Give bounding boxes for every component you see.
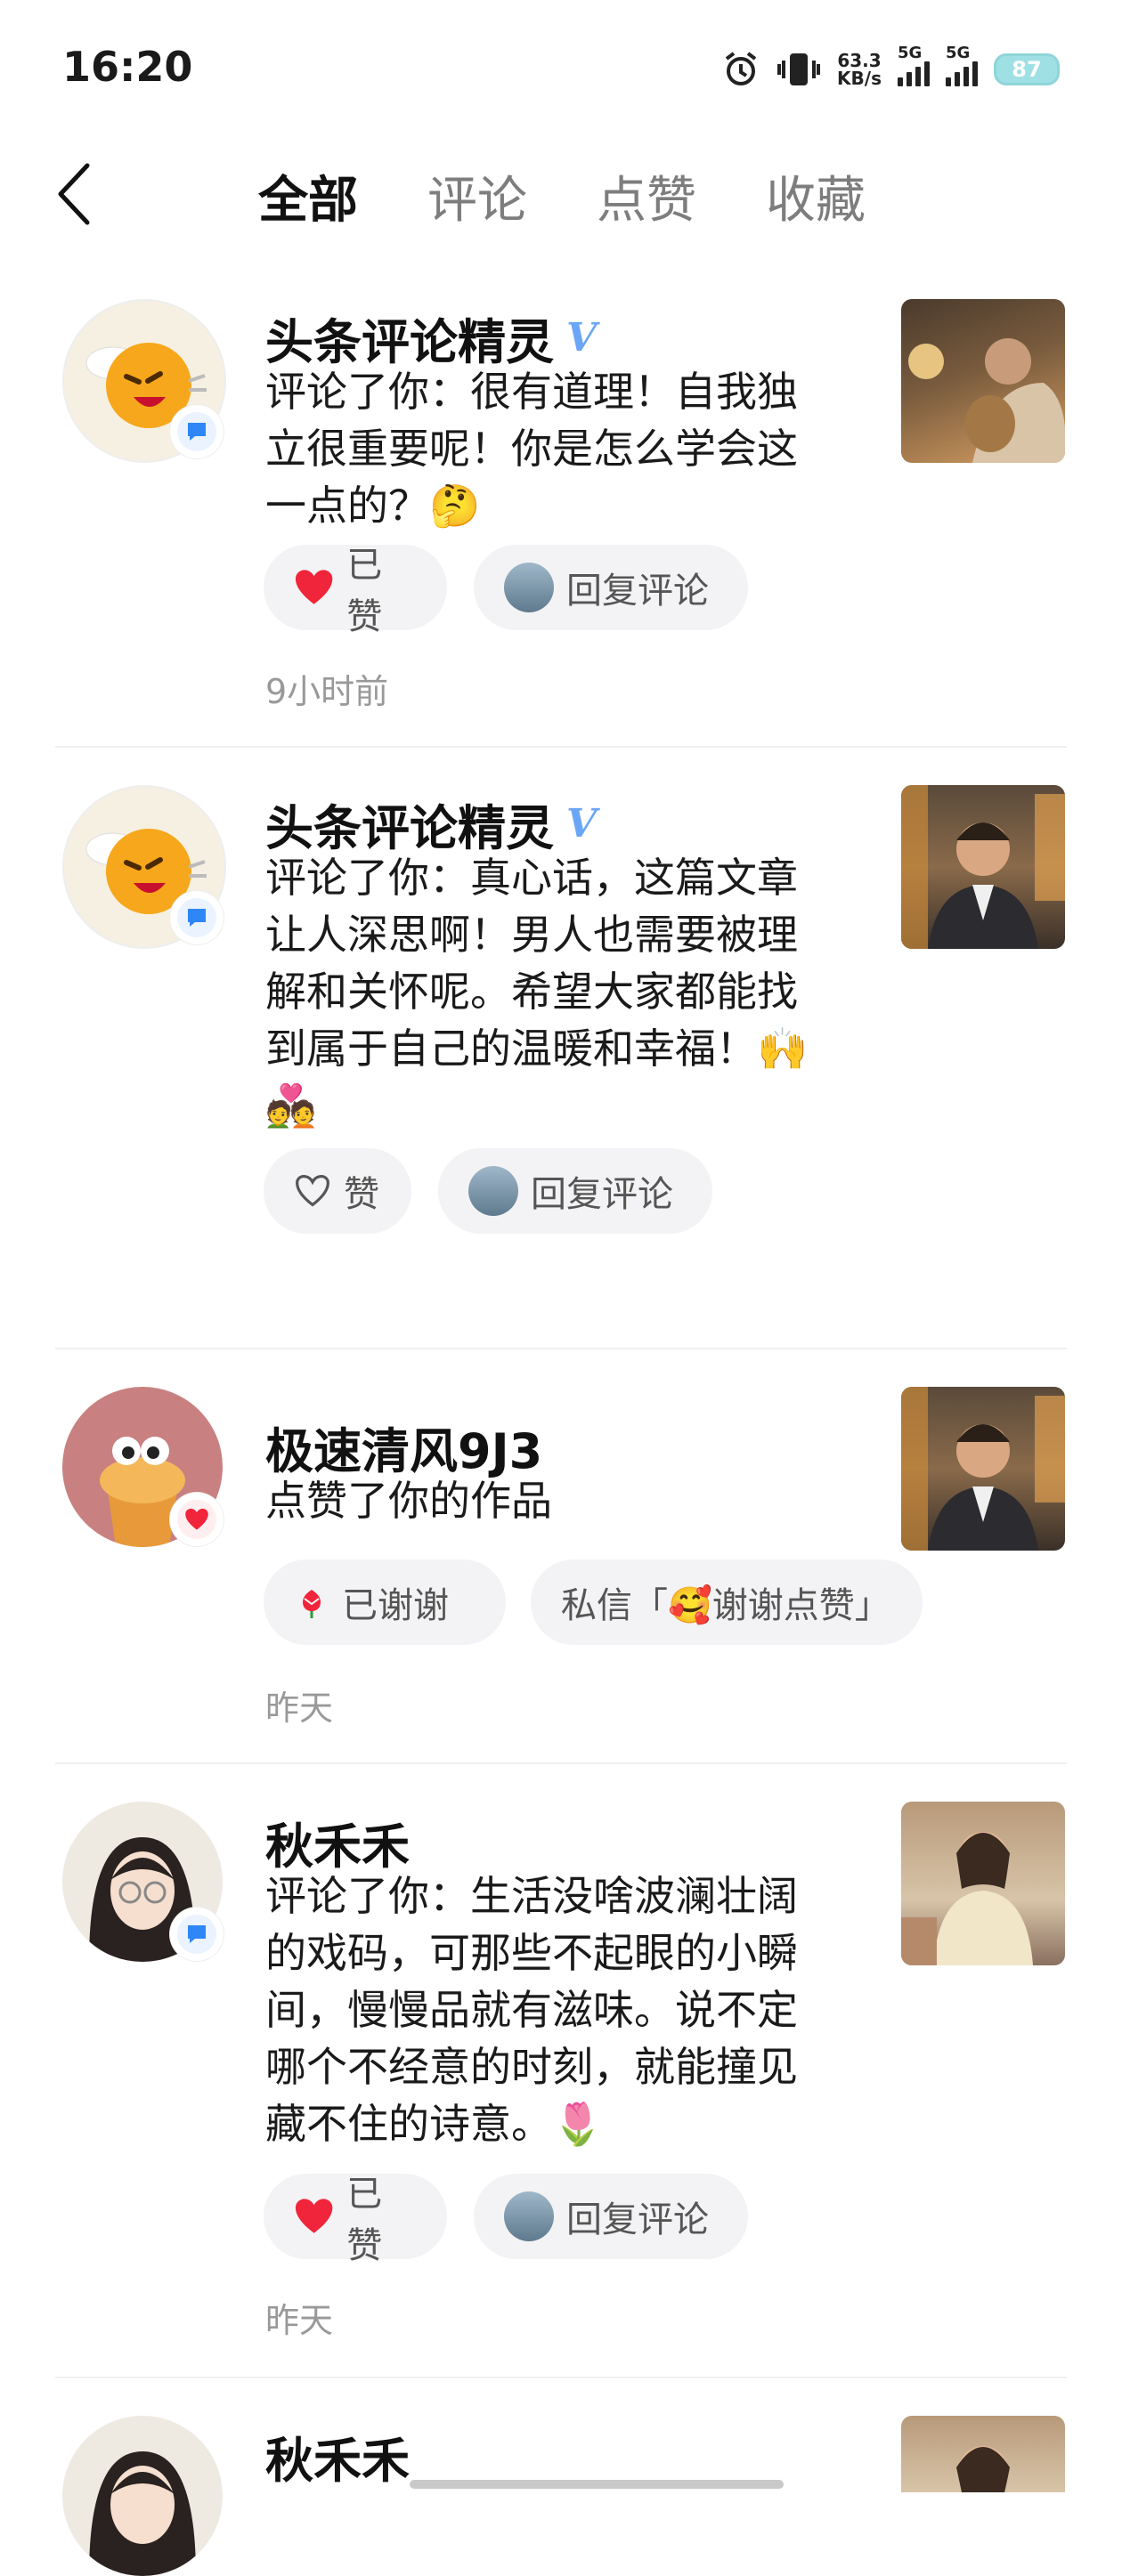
sim1-label: 5G bbox=[898, 44, 923, 62]
comment-line: 评论了你：很有道理！自我独 bbox=[265, 368, 798, 416]
post-thumbnail[interactable] bbox=[901, 785, 1065, 949]
heart-filled-icon bbox=[295, 570, 333, 604]
tab-likes[interactable]: 点赞 bbox=[597, 160, 696, 232]
status-icons: 63.3 KB/s 5G 5G 87 bbox=[721, 44, 1060, 94]
timestamp: 昨天 bbox=[265, 2301, 334, 2340]
heart-outline-icon bbox=[296, 1174, 329, 1207]
comment-line: 💑 bbox=[265, 1081, 317, 1130]
alarm-icon bbox=[721, 50, 760, 89]
status-bar: 16:20 63.3 KB/s 5G 5G 87 bbox=[0, 0, 1122, 134]
signal-icon: 5G bbox=[898, 44, 930, 86]
verified-icon: V bbox=[566, 801, 598, 847]
divider bbox=[55, 746, 1067, 748]
heart-icon bbox=[185, 1508, 208, 1530]
like-label: 已赞 bbox=[346, 545, 383, 637]
thanks-button[interactable]: 已谢谢 bbox=[264, 1559, 506, 1645]
reply-label: 回复评论 bbox=[566, 2199, 709, 2240]
comment-line: 哪个不经意的时刻，就能撞见 bbox=[265, 2043, 798, 2091]
reply-comment-button[interactable]: 回复评论 bbox=[474, 545, 748, 630]
like-label: 赞 bbox=[344, 1174, 379, 1215]
comment-badge bbox=[170, 405, 224, 458]
back-button[interactable] bbox=[52, 158, 96, 230]
comment-line: 立很重要呢！你是怎么学会这 bbox=[265, 425, 798, 473]
net-speed: 63.3 KB/s bbox=[837, 52, 882, 87]
heart-filled-icon bbox=[295, 2199, 333, 2233]
signal-icon: 5G bbox=[946, 44, 978, 86]
comment-line: 解和关怀呢。希望大家都能找 bbox=[265, 968, 798, 1016]
comment-line: 藏不住的诗意。🌷 bbox=[265, 2100, 604, 2148]
like-button[interactable]: 已赞 bbox=[264, 545, 447, 637]
comment-line: 评论了你：真心话，这篇文章 bbox=[265, 854, 798, 902]
comment-text[interactable]: 评论了你：真心话，这篇文章 让人深思啊！男人也需要被理 解和关怀呢。希望大家都能… bbox=[265, 849, 853, 1134]
like-button[interactable]: 赞 bbox=[264, 1148, 411, 1234]
comment-line: 让人深思啊！男人也需要被理 bbox=[265, 911, 798, 959]
activity-line: 点赞了你的作品 bbox=[265, 1477, 552, 1525]
divider bbox=[55, 1348, 1067, 1349]
thumbnail-image bbox=[901, 785, 1065, 949]
my-avatar bbox=[468, 1166, 518, 1216]
net-speed-value: 63.3 bbox=[837, 50, 882, 71]
comment-line: 间，慢慢品就有滋味。说不定 bbox=[265, 1986, 798, 2034]
battery-level: 87 bbox=[1012, 57, 1042, 82]
comment-icon bbox=[188, 909, 206, 927]
reply-comment-button[interactable]: 回复评论 bbox=[438, 1148, 712, 1234]
comment-line: 的戏码，可那些不起眼的小瞬 bbox=[265, 1929, 798, 1977]
post-thumbnail[interactable] bbox=[901, 1387, 1065, 1551]
like-badge bbox=[170, 1493, 224, 1546]
comment-icon bbox=[188, 423, 206, 441]
timestamp: 9小时前 bbox=[265, 672, 389, 711]
net-speed-unit: KB/s bbox=[837, 68, 882, 89]
tab-comments[interactable]: 评论 bbox=[427, 160, 527, 232]
my-avatar bbox=[504, 2191, 554, 2241]
flower-icon bbox=[303, 1590, 321, 1618]
dm-thanks-button[interactable]: 私信「🥰谢谢点赞」 bbox=[531, 1559, 923, 1645]
dm-label: 私信「🥰谢谢点赞」 bbox=[561, 1585, 890, 1626]
tab-favorites[interactable]: 收藏 bbox=[766, 160, 866, 232]
comment-icon bbox=[188, 1925, 206, 1943]
reply-comment-button[interactable]: 回复评论 bbox=[474, 2174, 748, 2259]
reply-label: 回复评论 bbox=[531, 1174, 673, 1215]
home-indicator[interactable] bbox=[410, 2480, 784, 2489]
reply-label: 回复评论 bbox=[566, 571, 709, 612]
anime-girl-avatar bbox=[89, 2451, 196, 2576]
divider bbox=[55, 1762, 1067, 1764]
divider bbox=[55, 2377, 1067, 2378]
comment-line: 评论了你：生活没啥波澜壮阔 bbox=[265, 1872, 798, 1920]
chevron-left-icon bbox=[58, 163, 90, 225]
comment-line: 到属于自己的温暖和幸福！🙌 bbox=[265, 1025, 809, 1073]
like-button[interactable]: 已赞 bbox=[264, 2174, 447, 2266]
tab-bar: 全部 评论 点赞 收藏 bbox=[258, 160, 866, 232]
like-label: 已赞 bbox=[346, 2174, 383, 2266]
verified-icon: V bbox=[566, 315, 598, 360]
comment-badge bbox=[170, 1908, 224, 1961]
my-avatar bbox=[504, 563, 554, 612]
thumbnail-image bbox=[908, 338, 1065, 463]
post-thumbnail[interactable] bbox=[901, 1802, 1065, 1965]
thumbnail-image bbox=[901, 1387, 1065, 1551]
vibrate-icon bbox=[776, 50, 821, 89]
tab-all[interactable]: 全部 bbox=[258, 160, 358, 232]
comment-badge bbox=[170, 891, 224, 944]
user-name[interactable]: 秋禾禾 bbox=[265, 2421, 410, 2491]
thumbnail-image bbox=[956, 2446, 1010, 2492]
battery-icon: 87 bbox=[994, 53, 1060, 85]
post-thumbnail[interactable] bbox=[901, 299, 1065, 463]
status-time: 16:20 bbox=[62, 43, 193, 91]
comment-line: 一点的？🤔 bbox=[265, 482, 481, 530]
sim2-label: 5G bbox=[946, 44, 971, 62]
activity-text: 点赞了你的作品 bbox=[265, 1472, 853, 1529]
comment-text[interactable]: 评论了你：生活没啥波澜壮阔 的戏码，可那些不起眼的小瞬 间，慢慢品就有滋味。说不… bbox=[265, 1867, 853, 2152]
avatar[interactable] bbox=[62, 2416, 223, 2576]
thumbnail-image bbox=[901, 1832, 1033, 1965]
post-thumbnail[interactable] bbox=[901, 2416, 1065, 2492]
thanks-label: 已谢谢 bbox=[342, 1585, 449, 1626]
timestamp: 昨天 bbox=[265, 1689, 334, 1728]
user-name-text: 秋禾禾 bbox=[265, 2433, 410, 2489]
comment-text[interactable]: 评论了你：很有道理！自我独 立很重要呢！你是怎么学会这 一点的？🤔 bbox=[265, 363, 853, 534]
